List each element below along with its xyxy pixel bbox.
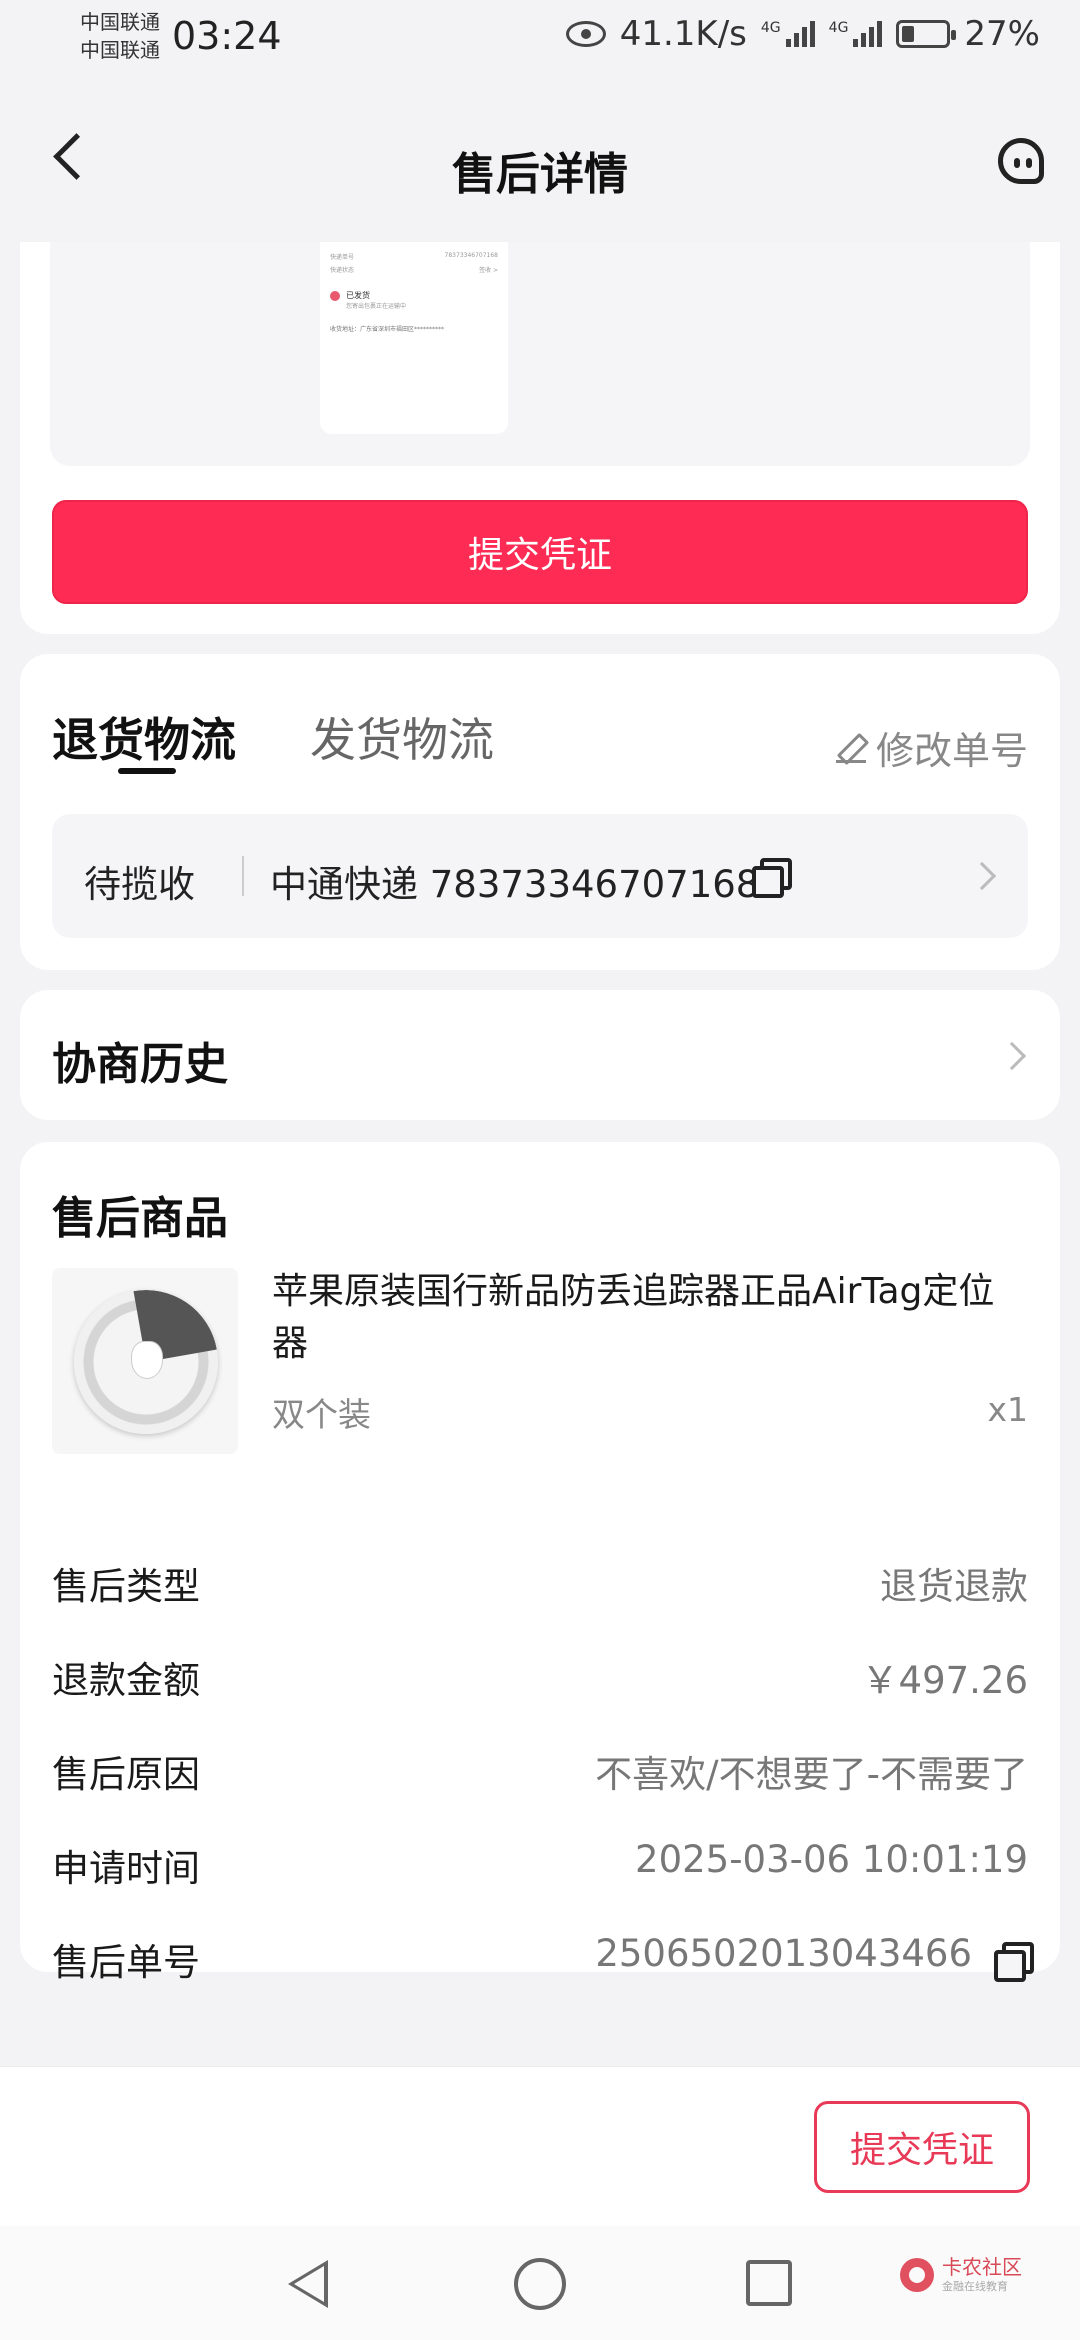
page-title: 售后详情 bbox=[452, 149, 628, 200]
status-bar: 中国联通 中国联通 03:24 41.1K/s 4G 4G 27% bbox=[0, 0, 1080, 80]
thumb-line2-value: 签收 > bbox=[479, 267, 498, 274]
airtag-image bbox=[74, 1290, 218, 1434]
status-right: 41.1K/s 4G 4G 27% bbox=[565, 14, 1040, 54]
product-section-title: 售后商品 bbox=[52, 1193, 228, 1244]
tab-return-logistics[interactable]: 退货物流 bbox=[52, 704, 236, 770]
thumb-address: 收货地址：广东省深圳市福田区********** bbox=[330, 326, 445, 333]
carrier-2: 中国联通 bbox=[80, 38, 160, 62]
info-label: 售后原因 bbox=[52, 1753, 200, 1796]
eye-icon bbox=[565, 21, 606, 47]
info-value: 2025-03-06 10:01:19 bbox=[635, 1838, 1028, 1881]
apple-logo-icon bbox=[132, 1342, 162, 1378]
tab-active-indicator bbox=[118, 768, 176, 774]
customer-service-icon[interactable] bbox=[994, 134, 1050, 190]
evidence-thumbnail[interactable]: 快递单号 78373346707168 快递状态 签收 > 已发货 您寄出包裹正… bbox=[320, 242, 508, 434]
info-value: 2506502013043466 bbox=[595, 1932, 972, 1975]
signal-icon: 4G bbox=[761, 21, 815, 47]
copy-icon[interactable] bbox=[994, 1942, 1034, 1982]
signal-tag-2: 4G bbox=[828, 20, 849, 36]
chevron-right-icon bbox=[967, 861, 997, 891]
status-time: 03:24 bbox=[172, 14, 282, 58]
pencil-icon bbox=[835, 733, 866, 763]
evidence-card: 快递单号 78373346707168 快递状态 签收 > 已发货 您寄出包裹正… bbox=[20, 242, 1060, 634]
status-dot-icon bbox=[330, 290, 340, 301]
submit-evidence-button[interactable]: 提交凭证 bbox=[52, 500, 1028, 604]
battery-icon bbox=[896, 20, 957, 48]
thumb-status: 已发货 bbox=[346, 291, 370, 300]
info-value: 退货退款 bbox=[880, 1565, 1028, 1608]
signal-icon-2: 4G bbox=[829, 21, 883, 47]
info-label: 售后类型 bbox=[52, 1565, 200, 1608]
watermark: 卡农社区 金融在线教育 bbox=[900, 2256, 1022, 2294]
info-row-type: 售后类型 退货退款 bbox=[52, 1556, 1028, 1616]
divider bbox=[242, 856, 244, 896]
edit-tracking-label: 修改单号 bbox=[875, 729, 1028, 773]
history-title: 协商历史 bbox=[52, 1039, 228, 1090]
tracking-number: 中通快递 78373346707168 bbox=[270, 863, 760, 906]
product-quantity: x1 bbox=[987, 1390, 1028, 1429]
nav-recent-icon[interactable] bbox=[746, 2260, 792, 2306]
thumb-line1-label: 快递单号 bbox=[330, 254, 355, 261]
watermark-logo-icon bbox=[900, 2258, 934, 2292]
info-row-reason: 售后原因 不喜欢/不想要了-不需要了 bbox=[52, 1744, 1028, 1804]
carrier-names: 中国联通 中国联通 bbox=[80, 8, 160, 64]
tracking-row[interactable]: 待揽收 中通快递 78373346707168 bbox=[52, 814, 1028, 938]
negotiation-history-card[interactable]: 协商历史 bbox=[20, 990, 1060, 1120]
edit-tracking-button[interactable]: 修改单号 bbox=[835, 720, 1028, 775]
carrier-1: 中国联通 bbox=[80, 10, 160, 34]
info-row-time: 申请时间 2025-03-06 10:01:19 bbox=[52, 1838, 1028, 1898]
signal-tag: 4G bbox=[760, 20, 781, 36]
info-row-order-no: 售后单号 2506502013043466 bbox=[52, 1932, 1034, 1992]
bottom-action-bar: 提交凭证 bbox=[0, 2066, 1080, 2226]
thumb-status-sub: 您寄出包裹正在运输中 bbox=[346, 303, 407, 310]
info-row-amount: 退款金额 ￥497.26 bbox=[52, 1650, 1028, 1710]
info-value: 不喜欢/不想要了-不需要了 bbox=[595, 1753, 1028, 1796]
nav-back-icon[interactable] bbox=[288, 2260, 328, 2308]
chevron-right-icon bbox=[997, 1041, 1027, 1071]
watermark-sub: 金融在线教育 bbox=[942, 2280, 1008, 2293]
nav-home-icon[interactable] bbox=[514, 2258, 566, 2310]
system-nav-bar: 卡农社区 金融在线教育 bbox=[0, 2226, 1080, 2340]
app-header: 售后详情 bbox=[0, 80, 1080, 242]
info-label: 退款金额 bbox=[52, 1659, 200, 1702]
evidence-preview-area: 快递单号 78373346707168 快递状态 签收 > 已发货 您寄出包裹正… bbox=[50, 242, 1030, 466]
logistics-card: 退货物流 发货物流 修改单号 待揽收 中通快递 78373346707168 bbox=[20, 654, 1060, 970]
thumb-line1-value: 78373346707168 bbox=[444, 252, 498, 259]
info-label: 售后单号 bbox=[52, 1941, 200, 1984]
battery-percent: 27% bbox=[964, 14, 1040, 54]
info-label: 申请时间 bbox=[52, 1847, 200, 1890]
product-spec: 双个装 bbox=[272, 1395, 371, 1434]
thumb-line2-label: 快递状态 bbox=[330, 267, 355, 274]
copy-icon[interactable] bbox=[752, 858, 792, 898]
net-speed: 41.1K/s bbox=[619, 14, 747, 54]
info-value: ￥497.26 bbox=[861, 1659, 1028, 1702]
product-image[interactable] bbox=[52, 1268, 238, 1454]
submit-evidence-outline-button[interactable]: 提交凭证 bbox=[814, 2101, 1030, 2193]
watermark-text: 卡农社区 bbox=[942, 2255, 1022, 2279]
tab-ship-logistics[interactable]: 发货物流 bbox=[310, 704, 494, 770]
product-name[interactable]: 苹果原装国行新品防丢追踪器正品AirTag定位器 bbox=[272, 1266, 1012, 1370]
tracking-status: 待揽收 bbox=[84, 863, 195, 906]
aftersale-product-card: 售后商品 苹果原装国行新品防丢追踪器正品AirTag定位器 双个装 x1 售后类… bbox=[20, 1142, 1060, 1984]
